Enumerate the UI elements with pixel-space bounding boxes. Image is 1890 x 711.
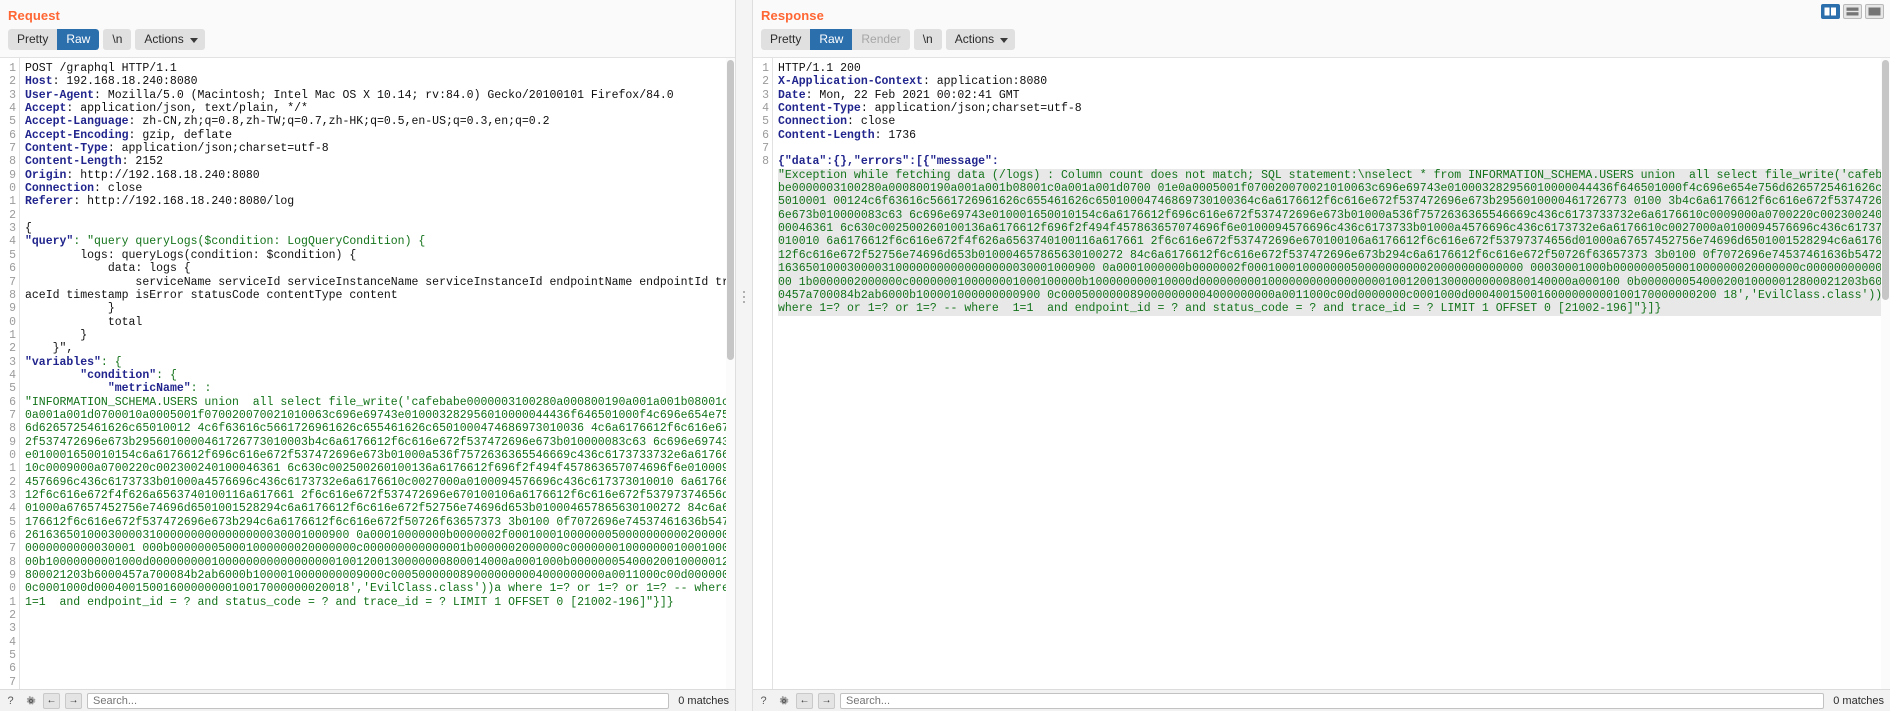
request-actions-button[interactable]: Actions xyxy=(135,29,205,50)
response-view-mode-group: Pretty Raw Render xyxy=(761,29,910,50)
search-prev-button[interactable]: ← xyxy=(43,692,60,709)
search-next-button[interactable]: → xyxy=(65,692,82,709)
chevron-down-icon xyxy=(1000,37,1009,43)
request-title: Request xyxy=(8,8,60,23)
request-match-count: 0 matches xyxy=(678,694,729,707)
request-search-input[interactable] xyxy=(87,692,670,709)
request-pretty-button[interactable]: Pretty xyxy=(8,29,58,50)
layout-side-by-side-button[interactable] xyxy=(1821,4,1840,19)
response-title: Response xyxy=(761,8,824,23)
response-raw-button[interactable]: Raw xyxy=(810,29,853,50)
request-scrollbar-thumb[interactable] xyxy=(727,60,734,360)
request-content[interactable]: POST /graphql HTTP/1.1 Host: 192.168.18.2… xyxy=(20,58,735,689)
layout-tabbed-button[interactable] xyxy=(1865,4,1884,19)
search-prev-button[interactable]: ← xyxy=(796,692,813,709)
search-next-button[interactable]: → xyxy=(818,692,835,709)
help-icon[interactable]: ? xyxy=(756,693,771,708)
request-newline-button[interactable]: \n xyxy=(103,29,132,50)
panel-splitter[interactable] xyxy=(735,0,753,711)
request-actions-label: Actions xyxy=(144,32,184,46)
chevron-down-icon xyxy=(189,37,198,43)
response-pretty-button[interactable]: Pretty xyxy=(761,29,811,50)
response-render-button: Render xyxy=(852,29,910,50)
layout-stacked-button[interactable] xyxy=(1843,4,1862,19)
response-line-numbers: 12345678 xyxy=(753,58,773,689)
response-panel: Response Pretty Raw Render \n Actions 12… xyxy=(753,0,1890,711)
request-search-bar: ? ← → 0 matches xyxy=(0,689,735,711)
response-toolbar: Pretty Raw Render \n Actions xyxy=(761,29,1880,57)
repeater-message-view: Request Pretty Raw \n Actions 1234567890… xyxy=(0,0,1890,711)
response-search-input[interactable] xyxy=(840,692,1825,709)
response-content[interactable]: HTTP/1.1 200 X-Application-Context: appli… xyxy=(773,58,1890,689)
response-scrollbar-thumb[interactable] xyxy=(1882,60,1889,300)
request-vertical-scrollbar[interactable] xyxy=(726,58,735,689)
request-editor[interactable]: 1234567890123456789012345678901234567890… xyxy=(0,57,735,689)
response-vertical-scrollbar[interactable] xyxy=(1881,58,1890,689)
response-panel-header: Response Pretty Raw Render \n Actions xyxy=(753,0,1890,57)
splitter-grip-icon xyxy=(743,291,745,303)
request-line-numbers: 1234567890123456789012345678901234567890… xyxy=(0,58,20,689)
help-icon[interactable]: ? xyxy=(3,693,18,708)
request-toolbar: Pretty Raw \n Actions xyxy=(8,29,725,57)
response-actions-button[interactable]: Actions xyxy=(945,29,1016,50)
request-panel-header: Request Pretty Raw \n Actions xyxy=(0,0,735,57)
response-actions-label: Actions xyxy=(954,32,995,46)
request-view-mode-group: Pretty Raw xyxy=(8,29,100,50)
layout-button-group xyxy=(1821,4,1884,19)
request-panel: Request Pretty Raw \n Actions 1234567890… xyxy=(0,0,735,711)
response-match-count: 0 matches xyxy=(1833,694,1884,707)
response-newline-button[interactable]: \n xyxy=(913,29,942,50)
response-editor[interactable]: 12345678 HTTP/1.1 200 X-Application-Conte… xyxy=(753,57,1890,689)
request-raw-button[interactable]: Raw xyxy=(57,29,100,50)
response-search-bar: ? ← → 0 matches xyxy=(753,689,1890,711)
gear-icon[interactable] xyxy=(23,693,38,708)
gear-icon[interactable] xyxy=(776,693,791,708)
